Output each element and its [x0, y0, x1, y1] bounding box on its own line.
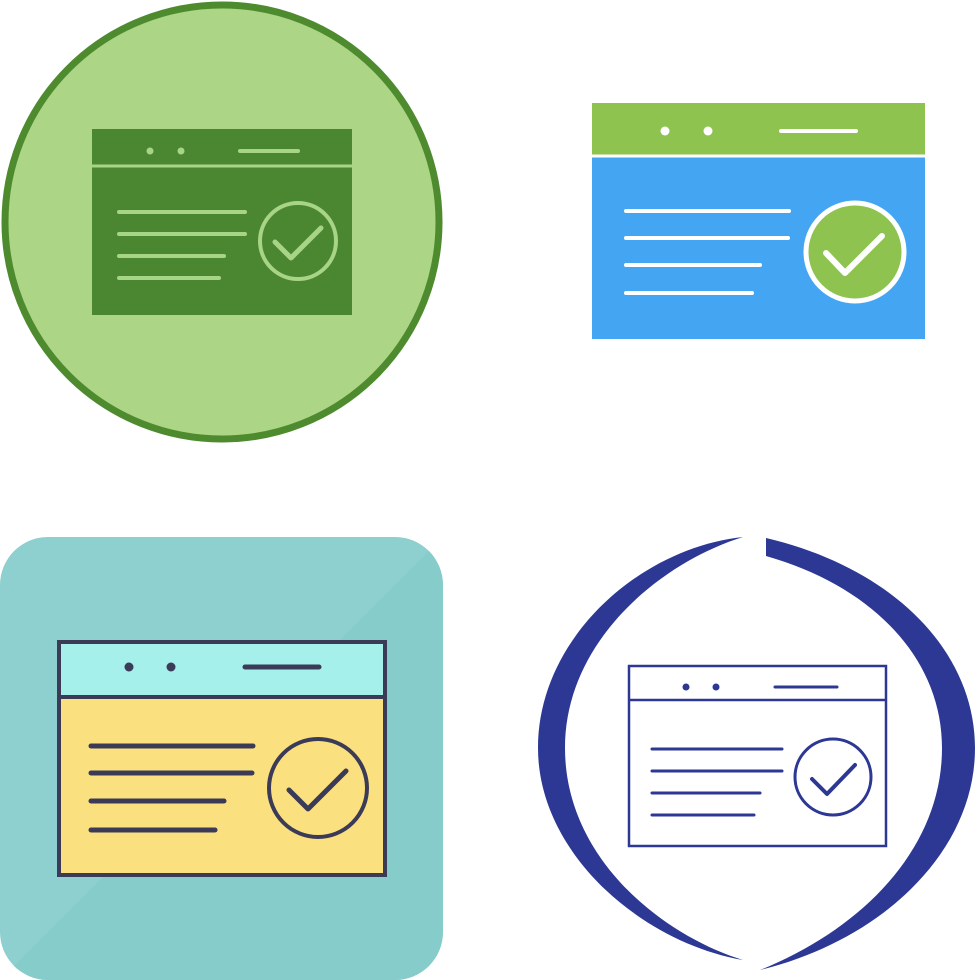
icon-tile-green-circle	[0, 0, 490, 490]
browser-checkmark-icon	[592, 103, 925, 339]
window-dot-icon	[166, 662, 176, 672]
checkmark-icon	[810, 763, 857, 796]
browser-window-outline	[627, 664, 888, 848]
icon-tile-rounded-square	[0, 490, 490, 980]
window-dot-icon	[682, 683, 690, 691]
browser-window	[92, 129, 352, 315]
browser-checkmark-icon	[538, 537, 975, 970]
window-dot-icon	[712, 683, 720, 691]
check-circle	[803, 200, 907, 304]
browser-header	[592, 103, 925, 156]
ring-arc-right	[760, 538, 975, 970]
browser-checkmark-icon	[1, 1, 443, 443]
browser-body	[59, 697, 385, 875]
window-dot-icon	[703, 126, 713, 136]
icon-tile-flat-color	[490, 0, 980, 490]
browser-header	[59, 642, 385, 697]
check-circle	[793, 737, 873, 817]
window-dot-icon	[124, 662, 134, 672]
window-dot-icon	[146, 147, 154, 155]
window-dot-icon	[177, 147, 185, 155]
browser-checkmark-icon	[0, 537, 443, 980]
window-dot-icon	[660, 126, 670, 136]
icon-tile-line-ring	[490, 490, 980, 980]
